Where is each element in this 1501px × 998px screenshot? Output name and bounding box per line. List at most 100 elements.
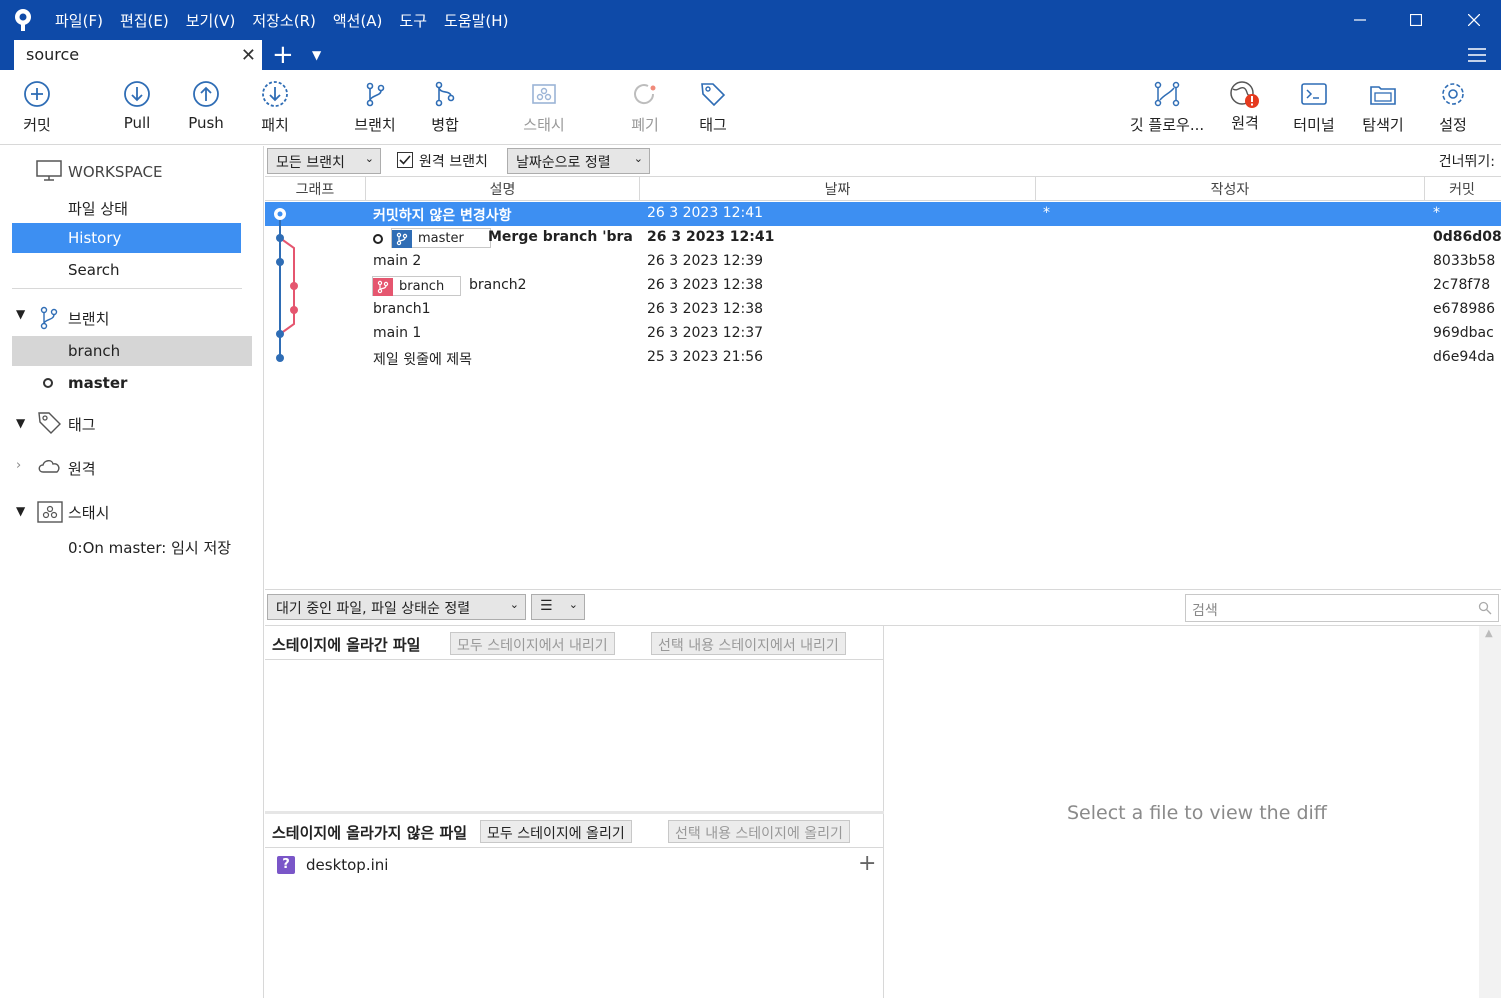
merge-label: 병합 (431, 116, 459, 134)
table-row[interactable]: main 1 26 3 2023 12:37 969dbac (265, 322, 1501, 346)
column-date[interactable]: 날짜 (640, 179, 1035, 199)
branches-chevron-down-icon[interactable]: ▼ (16, 307, 25, 321)
table-row[interactable]: branch1 26 3 2023 12:38 e678986 (265, 298, 1501, 322)
chevron-down-icon: ⌄ (509, 598, 519, 611)
sort-dropdown[interactable]: 날짜순으로 정렬 ⌄ (507, 148, 650, 174)
maximize-button[interactable] (1401, 6, 1431, 34)
sidebar-branch-branch[interactable]: branch (12, 336, 252, 366)
checkmark-icon (399, 155, 411, 165)
merge-button[interactable]: 병합 (422, 80, 468, 135)
new-tab-button[interactable]: + (272, 40, 294, 70)
staged-title: 스테이지에 올라간 파일 (272, 636, 421, 654)
stage-all-button[interactable]: 모두 스테이지에 올리기 (480, 820, 632, 843)
push-button[interactable]: Push (183, 80, 229, 132)
chevron-down-icon: ⌄ (364, 152, 374, 165)
branch-filter-dropdown[interactable]: 모든 브랜치 ⌄ (267, 148, 381, 174)
remotes-chevron-right-icon[interactable]: › (16, 458, 21, 473)
discard-button[interactable]: 폐기 (622, 80, 668, 135)
tags-title[interactable]: 태그 (68, 414, 96, 435)
stage-file-plus-icon[interactable]: + (858, 851, 876, 876)
branch-label: 브랜치 (354, 116, 396, 134)
branch-button[interactable]: 브랜치 (350, 80, 400, 135)
stage-selected-button[interactable]: 선택 내용 스테이지에 올리기 (668, 820, 850, 843)
commit-hash: e678986 (1433, 301, 1496, 317)
menu-tools[interactable]: 도구 (399, 10, 427, 31)
sidebar-branch-master[interactable]: master (68, 374, 127, 392)
search-icon (1478, 601, 1492, 615)
tag-button[interactable]: 태그 (690, 80, 736, 135)
menu-help[interactable]: 도움말(H) (444, 10, 508, 31)
table-row[interactable]: master Merge branch 'bran 26 3 2023 12:4… (265, 226, 1501, 250)
close-window-button[interactable] (1459, 6, 1489, 34)
hamburger-menu-icon[interactable] (1467, 45, 1487, 65)
unstaged-title: 스테이지에 올라가지 않은 파일 (272, 824, 468, 842)
log-filter-bar: 모든 브랜치 ⌄ 원격 브랜치 날짜순으로 정렬 ⌄ 건너뛰기: (265, 146, 1501, 176)
tab-dropdown-icon[interactable]: ▼ (312, 44, 321, 66)
branches-title[interactable]: 브랜치 (68, 308, 109, 329)
commit-date: 26 3 2023 12:37 (647, 325, 764, 341)
git-flow-icon (1154, 81, 1180, 107)
commit-hash: 2c78f78 (1433, 277, 1491, 293)
commit-date: 26 3 2023 12:41 (647, 205, 764, 221)
terminal-button[interactable]: 터미널 (1291, 80, 1337, 135)
remote-button[interactable]: 원격 (1222, 80, 1268, 133)
menu-actions[interactable]: 액션(A) (333, 10, 383, 31)
scroll-up-icon[interactable]: ▲ (1485, 628, 1493, 639)
column-description[interactable]: 설명 (366, 179, 639, 199)
view-mode-dropdown[interactable]: ☰ ⌄ (531, 594, 585, 620)
menu-repository[interactable]: 저장소(R) (252, 10, 316, 31)
pull-button[interactable]: Pull (114, 80, 160, 132)
commit-button[interactable]: 커밋 (14, 80, 60, 135)
tab-source[interactable]: source ✕ (14, 40, 262, 70)
tab-close-icon[interactable]: ✕ (241, 45, 256, 66)
menu-view[interactable]: 보기(V) (186, 10, 236, 31)
fetch-button[interactable]: 패치 (252, 80, 298, 135)
sidebar-item-file-status[interactable]: 파일 상태 (68, 198, 128, 219)
unstage-selected-button[interactable]: 선택 내용 스테이지에서 내리기 (651, 632, 846, 655)
table-row[interactable]: 커밋하지 않은 변경사항 26 3 2023 12:41 * * (265, 202, 1501, 226)
settings-button[interactable]: 설정 (1430, 80, 1476, 135)
column-author[interactable]: 작성자 (1036, 179, 1424, 199)
table-row[interactable]: branch branch2 26 3 2023 12:38 2c78f78 (265, 274, 1501, 298)
list-item[interactable]: ? desktop.ini + (265, 851, 884, 878)
table-row[interactable]: 제일 윗줄에 제목 25 3 2023 21:56 d6e94da (265, 346, 1501, 370)
sidebar-item-history[interactable]: History (12, 223, 241, 253)
column-commit[interactable]: 커밋 (1425, 179, 1499, 199)
minimize-button[interactable] (1345, 6, 1375, 34)
terminal-icon (1301, 83, 1327, 105)
stash-title[interactable]: 스태시 (68, 502, 109, 523)
menu-edit[interactable]: 편집(E) (120, 10, 169, 31)
stash-item[interactable]: 0:On master: 임시 저장 (68, 537, 231, 558)
discard-icon (634, 84, 656, 105)
commit-log: 커밋하지 않은 변경사항 26 3 2023 12:41 * * master … (265, 202, 1501, 588)
menu-file[interactable]: 파일(F) (55, 10, 103, 31)
tags-chevron-down-icon[interactable]: ▼ (16, 416, 25, 430)
search-input[interactable]: 검색 (1185, 594, 1499, 622)
chevron-down-icon: ⌄ (633, 152, 643, 165)
branch-badge-branch[interactable]: branch (372, 276, 462, 296)
close-icon (1468, 14, 1480, 26)
explorer-button[interactable]: 탐색기 (1358, 80, 1408, 135)
diff-scrollbar[interactable]: ▲ (1479, 626, 1501, 998)
column-graph[interactable]: 그래프 (265, 179, 365, 199)
maximize-icon (1410, 14, 1422, 26)
file-name: desktop.ini (306, 856, 389, 874)
unstaged-header: 스테이지에 올라가지 않은 파일 모두 스테이지에 올리기 선택 내용 스테이지… (265, 814, 884, 848)
sidebar-item-history-label: History (68, 229, 122, 247)
stash-button[interactable]: 스태시 (518, 80, 570, 135)
git-flow-button[interactable]: 깃 플로우... (1126, 80, 1208, 135)
staged-header: 스테이지에 올라간 파일 모두 스테이지에서 내리기 선택 내용 스테이지에서 … (265, 626, 884, 660)
commit-hash: 0d86d08 (1433, 229, 1501, 245)
remotes-title[interactable]: 원격 (68, 458, 96, 479)
sidebar-item-search[interactable]: Search (68, 261, 120, 279)
branch-badge-master[interactable]: master (391, 228, 491, 248)
sidebar-branch-label: branch (68, 342, 121, 360)
fetch-icon (262, 81, 288, 107)
search-placeholder: 검색 (1192, 603, 1218, 619)
table-row[interactable]: main 2 26 3 2023 12:39 8033b58 (265, 250, 1501, 274)
stash-chevron-down-icon[interactable]: ▼ (16, 504, 25, 518)
remote-branches-checkbox[interactable] (397, 152, 413, 168)
pending-sort-dropdown[interactable]: 대기 중인 파일, 파일 상태순 정렬 ⌄ (267, 594, 526, 620)
unstage-all-button[interactable]: 모두 스테이지에서 내리기 (450, 632, 615, 655)
sourcetree-logo-icon (15, 9, 31, 31)
